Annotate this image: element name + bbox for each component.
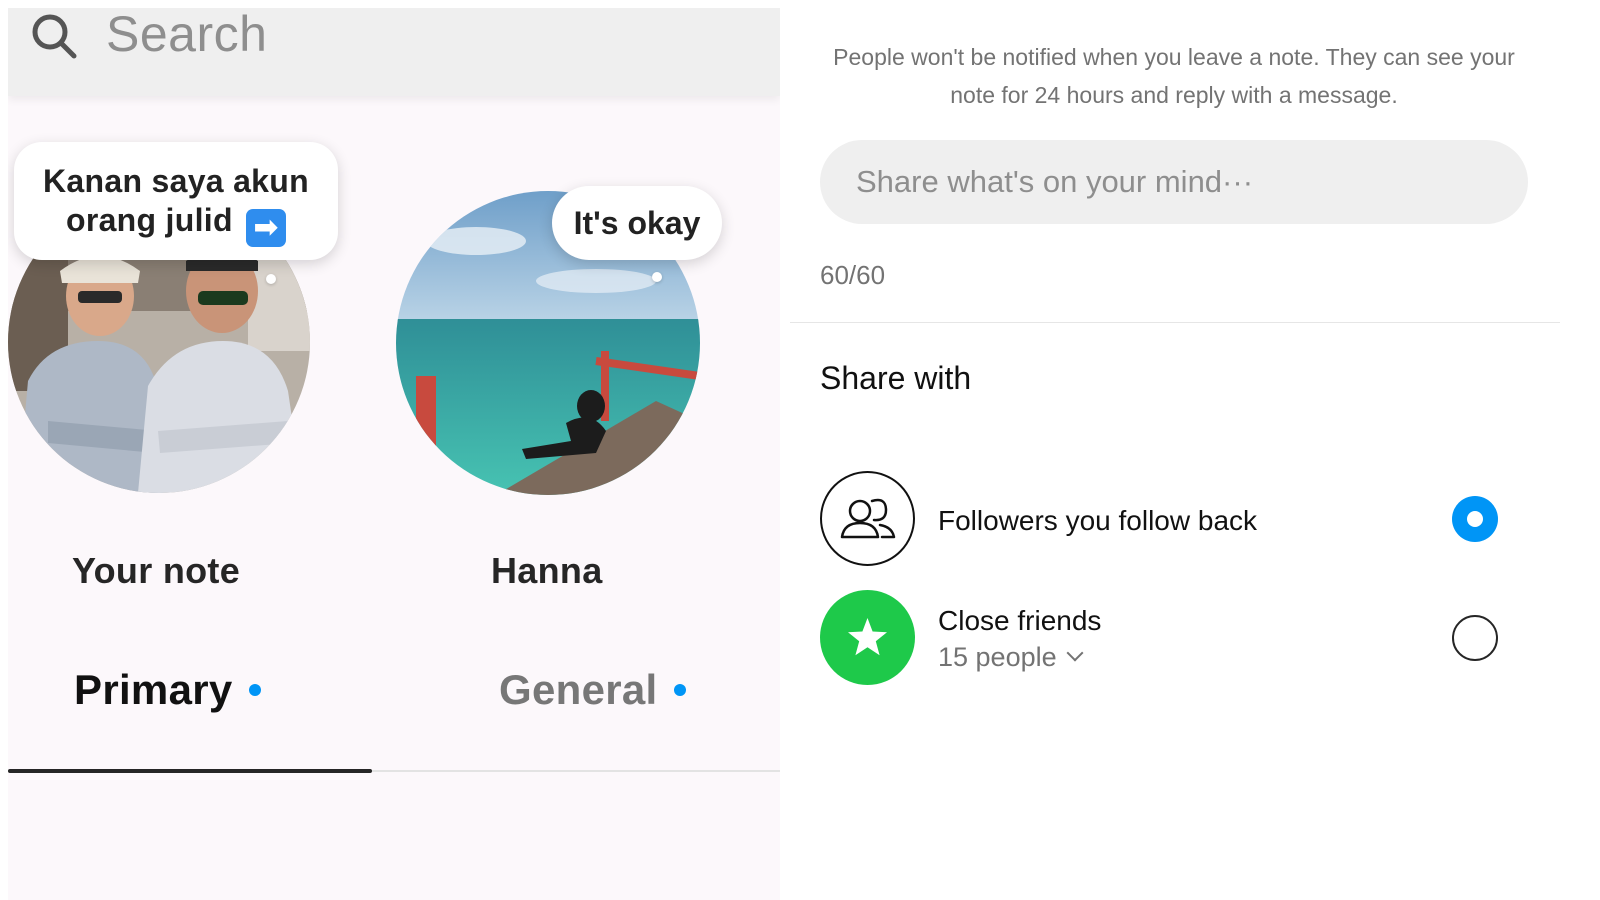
search-icon (26, 8, 82, 64)
your-note-bubble[interactable]: Kanan saya akun orang julid ➡ (14, 142, 338, 260)
arrow-right-icon: ➡ (246, 209, 287, 247)
option-close-friends-title: Close friends (938, 605, 1102, 636)
close-friends-count[interactable]: 15 people (938, 642, 1084, 673)
hanna-label: Hanna (491, 550, 603, 591)
character-counter: 60/60 (820, 260, 886, 290)
bubble-tail-dot (266, 274, 276, 284)
search-bar[interactable]: Search (8, 8, 780, 96)
tab-primary-label: Primary (74, 666, 233, 713)
share-with-heading: Share with (820, 360, 972, 396)
your-note-label: Your note (72, 550, 241, 591)
chevron-down-icon (1066, 644, 1084, 662)
hanna-note-bubble[interactable]: It's okay (552, 186, 722, 260)
search-placeholder: Search (106, 8, 268, 62)
tab-primary[interactable]: Primary (74, 666, 261, 714)
divider (790, 322, 1560, 323)
tab-general[interactable]: General (499, 666, 686, 714)
unread-dot-icon (248, 684, 261, 696)
people-icon (820, 471, 915, 566)
hanna-note-text: It's okay (573, 205, 701, 241)
note-input[interactable] (820, 140, 1528, 224)
radio-close-friends[interactable] (1452, 615, 1498, 661)
tab-active-indicator (8, 769, 372, 773)
radio-followers-selected[interactable] (1452, 496, 1498, 542)
option-close-friends[interactable]: Close friends 15 people (820, 590, 1520, 690)
notice-text: People won't be notified when you leave … (833, 44, 1515, 108)
tab-general-label: General (499, 666, 658, 713)
your-note-text-line1: Kanan saya akun (43, 163, 309, 199)
your-note-text-line2: orang julid ➡ (14, 201, 338, 247)
option-followers-title: Followers you follow back (938, 505, 1258, 536)
close-friends-count-label: 15 people (938, 642, 1057, 672)
note-sheet: People won't be notified when you leave … (790, 0, 1600, 900)
option-followers-follow-back[interactable]: Followers you follow back (820, 471, 1520, 571)
star-icon (820, 590, 915, 685)
unread-dot-icon (673, 684, 686, 696)
bubble-tail-dot (652, 272, 662, 282)
inbox-panel: Search Kanan saya akun orang julid ➡ It'… (8, 8, 780, 900)
your-note-text-line2-label: orang julid (65, 202, 233, 238)
